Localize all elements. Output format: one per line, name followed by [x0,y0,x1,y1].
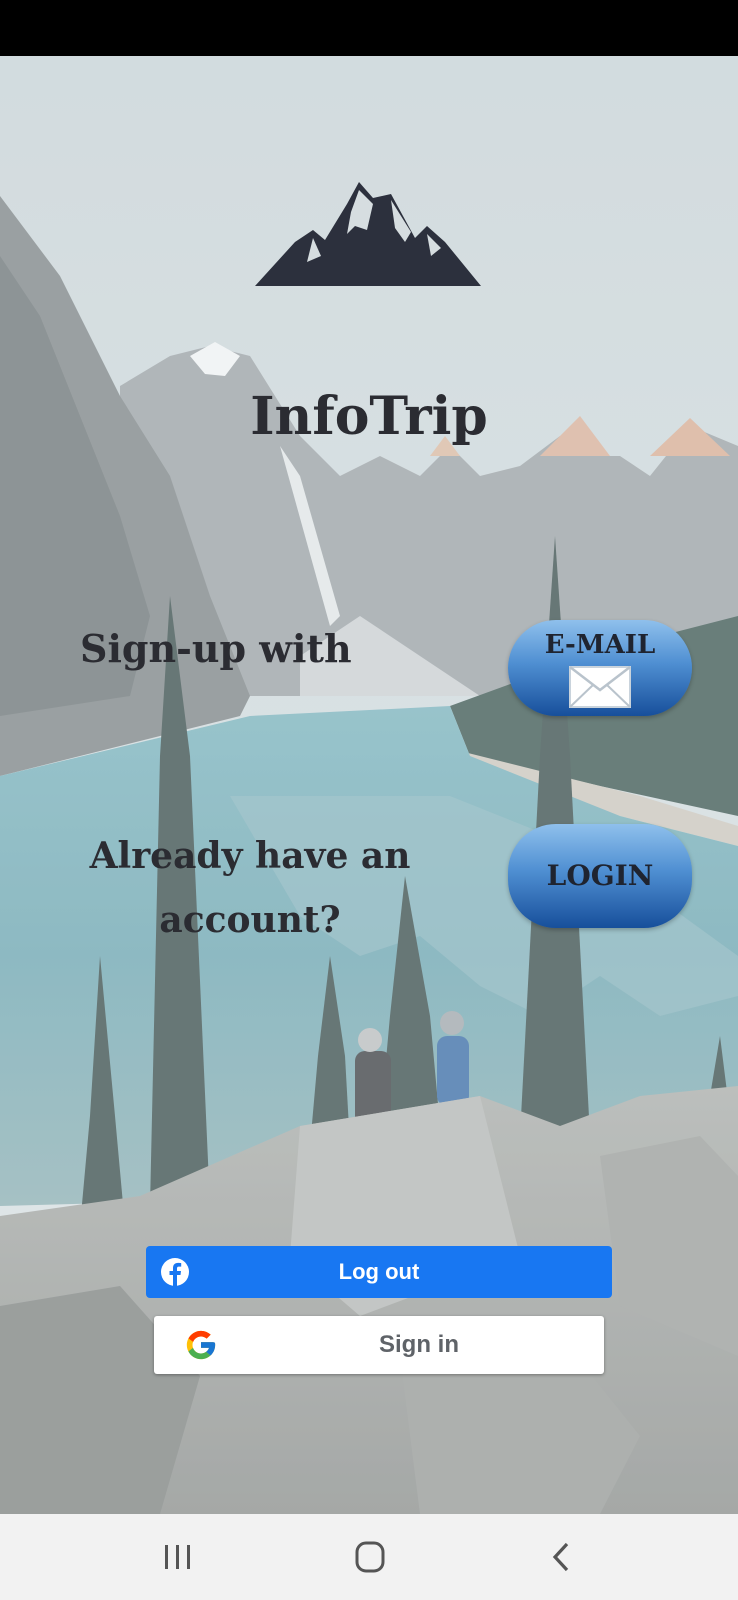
email-signup-button[interactable]: E-MAIL [508,620,692,716]
facebook-button-label: Log out [338,1259,420,1284]
mountain-logo-icon [255,182,481,286]
back-icon[interactable] [532,1532,592,1582]
google-signin-button[interactable]: Sign in [154,1316,604,1374]
app-screen: InfoTrip Sign-up with E-MAIL Already hav… [0,56,738,1514]
home-icon[interactable] [340,1532,400,1582]
recent-apps-icon[interactable] [148,1532,208,1582]
google-button-label: Sign in [379,1331,459,1358]
email-button-label: E-MAIL [544,630,656,660]
login-button[interactable]: LOGIN [508,824,692,928]
status-bar [0,0,738,56]
navigation-bar [0,1514,738,1600]
signup-label: Sign-up with [80,626,352,671]
login-button-label: LOGIN [546,859,654,892]
envelope-icon [569,666,631,708]
app-title: InfoTrip [250,386,488,447]
already-have-account-label: Already have an account? [89,835,411,941]
facebook-logout-button[interactable]: Log out [146,1246,612,1298]
